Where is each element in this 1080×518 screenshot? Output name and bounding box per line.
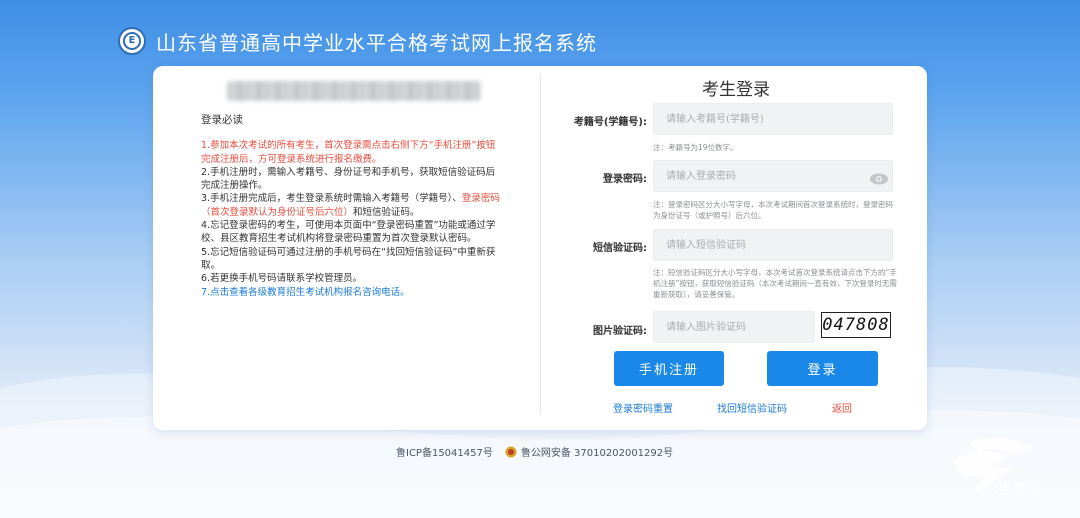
notice-title: 登录必读 — [201, 114, 243, 126]
police-record: 鲁公网安备 37010202001292号 — [520, 448, 674, 459]
captcha-label: 图片验证码: — [593, 326, 647, 337]
sms-code-label: 短信验证码: — [593, 243, 647, 254]
sms-code-hint: 注：短信验证码区分大小写字母，本次考试首次登录系统请点击下方的“手机注册”按钮，… — [653, 268, 897, 299]
captcha-input[interactable] — [653, 311, 815, 343]
back-link[interactable]: 返回 — [832, 400, 852, 415]
site-title: 山东省普通高中学业水平合格考试网上报名系统 — [156, 30, 597, 55]
eye-icon[interactable] — [869, 170, 889, 185]
consult-phone-link[interactable]: 7.点击查看各级教育招生考试机构报名咨询电话。 — [201, 286, 503, 299]
notice-item-2: 2.手机注册时，需输入考籍号、身份证号和手机号，获取短信验证码后完成注册操作。 — [201, 166, 496, 192]
reset-password-link[interactable]: 登录密码重置 — [613, 400, 673, 415]
exam-id-input[interactable] — [653, 103, 893, 135]
exam-id-label: 考籍号(学籍号): — [573, 117, 647, 128]
notice-item-3-text: 3.手机注册完成后，考生登录系统时需输入考籍号（学籍号）、 — [201, 193, 462, 205]
password-hint: 注：登录密码区分大小写字母，本次考试期间首次登录系统时，登录密码为身份证号（或护… — [653, 200, 893, 220]
login-title: 考生登录 — [702, 80, 770, 100]
password-input[interactable] — [653, 160, 893, 192]
footer: 鲁ICP备15041457号 鲁公网安备 37010202001292号 — [396, 444, 673, 459]
site-header: E 山东省普通高中学业水平合格考试网上报名系统 — [118, 24, 597, 58]
sms-code-input[interactable] — [653, 229, 893, 261]
recover-sms-link[interactable]: 找回短信验证码 — [717, 400, 787, 415]
captcha-image[interactable]: 047808 — [821, 312, 891, 338]
login-button[interactable]: 登录 — [767, 351, 878, 386]
notice-item-4: 4.忘记登录密码的考生，可使用本页面中“登录密码重置”功能或通过学校、县区教育招… — [201, 220, 496, 245]
login-notice: 登录必读 1.参加本次考试的所有考生，首次登录需点击右侧下方“手机注册”按钮完成… — [201, 114, 503, 299]
notice-item-5: 5.忘记短信验证码可通过注册的手机号码在“找回短信验证码”中重新获取。 — [201, 246, 496, 271]
exam-id-hint: 注：考籍号为19位数字。 — [653, 143, 738, 152]
notice-item-3: 3.手机注册完成后，考生登录系统时需输入考籍号（学籍号）、登录密码（首次登录默认… — [201, 192, 503, 219]
notice-item-6: 6.若更换手机号码请联系学校管理员。 — [201, 273, 363, 285]
notice-item-3-tail: 和短信验证码。 — [353, 206, 420, 218]
login-card: 登录必读 1.参加本次考试的所有考生，首次登录需点击右侧下方“手机注册”按钮完成… — [153, 66, 927, 430]
blurred-banner — [227, 81, 481, 101]
password-label: 登录密码: — [603, 174, 647, 185]
notice-item-1: 1.参加本次考试的所有考生，首次登录需点击右侧下方“手机注册”按钮完成注册后，方… — [201, 140, 496, 165]
icp-record: 鲁ICP备15041457号 — [396, 448, 493, 459]
exam-logo-icon: E — [118, 27, 146, 55]
watermark-text: 闪电新闻 — [985, 482, 1042, 497]
police-badge-icon — [505, 446, 517, 457]
phone-register-button[interactable]: 手机注册 — [614, 351, 724, 386]
